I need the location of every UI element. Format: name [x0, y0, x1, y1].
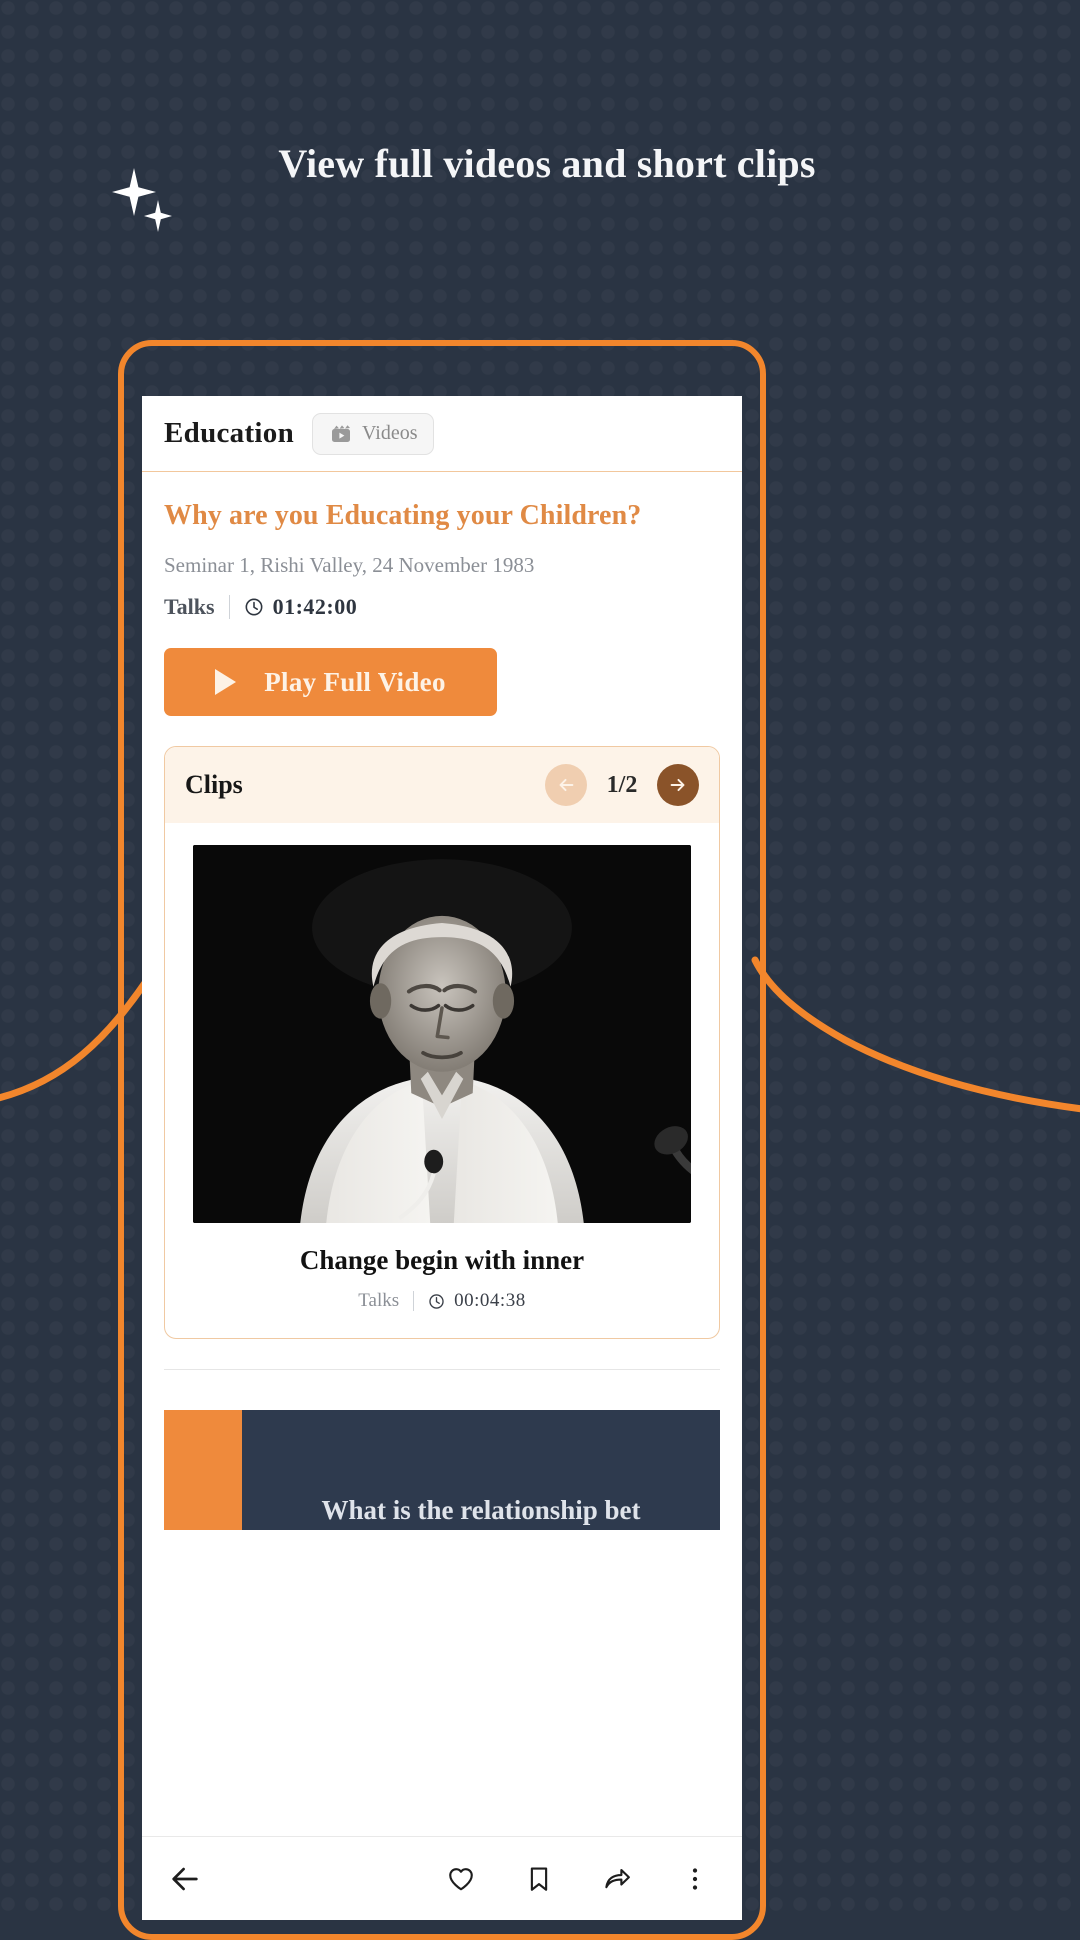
- talk-detail-section: Why are you Educating your Children? Sem…: [142, 472, 742, 1530]
- play-icon: [215, 669, 237, 695]
- peek-accent-swatch: [164, 1410, 242, 1530]
- peek-title: What is the relationship bet: [321, 1495, 641, 1525]
- page-title: View full videos and short clips: [278, 141, 816, 186]
- clip-duration-text: 00:04:38: [454, 1290, 526, 1311]
- clock-icon: [244, 597, 264, 617]
- talk-duration-text: 01:42:00: [272, 594, 358, 619]
- clip-duration: 00:04:38: [428, 1290, 526, 1312]
- clips-pager: 1/2: [545, 764, 699, 806]
- clips-prev-button[interactable]: [545, 764, 587, 806]
- meta-divider: [228, 595, 230, 619]
- videos-chip-label: Videos: [362, 422, 418, 444]
- clips-next-button[interactable]: [657, 764, 699, 806]
- app-section-title: Education: [164, 417, 295, 449]
- arrow-back-icon[interactable]: [168, 1862, 202, 1896]
- videos-filter-chip[interactable]: Videos: [312, 412, 435, 455]
- clips-header-title: Clips: [185, 770, 243, 799]
- clip-category: Talks: [358, 1290, 400, 1311]
- clips-card: Clips 1/2 Change begin with inner Talks …: [164, 746, 720, 1339]
- play-full-video-button[interactable]: Play Full Video: [164, 648, 497, 716]
- section-spacer: [164, 1339, 720, 1369]
- clip-thumbnail[interactable]: [193, 845, 691, 1223]
- talk-category: Talks: [164, 594, 215, 619]
- talk-subtitle: Seminar 1, Rishi Valley, 24 November 198…: [164, 553, 535, 577]
- app-topbar: Education Videos: [142, 396, 742, 472]
- peek-panel: What is the relationship bet: [242, 1410, 720, 1530]
- clips-page-indicator: 1/2: [606, 771, 638, 798]
- heart-icon[interactable]: [446, 1864, 476, 1894]
- share-icon[interactable]: [602, 1864, 632, 1894]
- talk-title: Why are you Educating your Children?: [164, 500, 642, 531]
- clock-icon: [428, 1293, 445, 1310]
- arrow-right-icon: [667, 774, 689, 796]
- section-divider: [164, 1369, 720, 1370]
- bottom-action-bar: [142, 1836, 742, 1920]
- talk-meta-row: Talks 01:42:00: [164, 594, 720, 620]
- phone-screen: Education Videos Why are you Educating y…: [142, 396, 742, 1920]
- next-section-peek[interactable]: What is the relationship bet: [164, 1410, 720, 1530]
- clip-item[interactable]: Change begin with inner Talks 00:04:38: [165, 823, 719, 1338]
- arrow-left-icon: [555, 774, 577, 796]
- play-full-video-label: Play Full Video: [264, 666, 446, 697]
- clip-caption: Change begin with inner: [299, 1245, 585, 1275]
- bookmark-icon[interactable]: [524, 1864, 554, 1894]
- video-film-icon: [329, 422, 353, 446]
- clips-card-header: Clips 1/2: [165, 747, 719, 823]
- talk-duration: 01:42:00: [244, 594, 358, 620]
- meta-divider: [413, 1291, 415, 1311]
- more-vertical-icon[interactable]: [680, 1864, 710, 1894]
- clip-meta-row: Talks 00:04:38: [193, 1290, 691, 1312]
